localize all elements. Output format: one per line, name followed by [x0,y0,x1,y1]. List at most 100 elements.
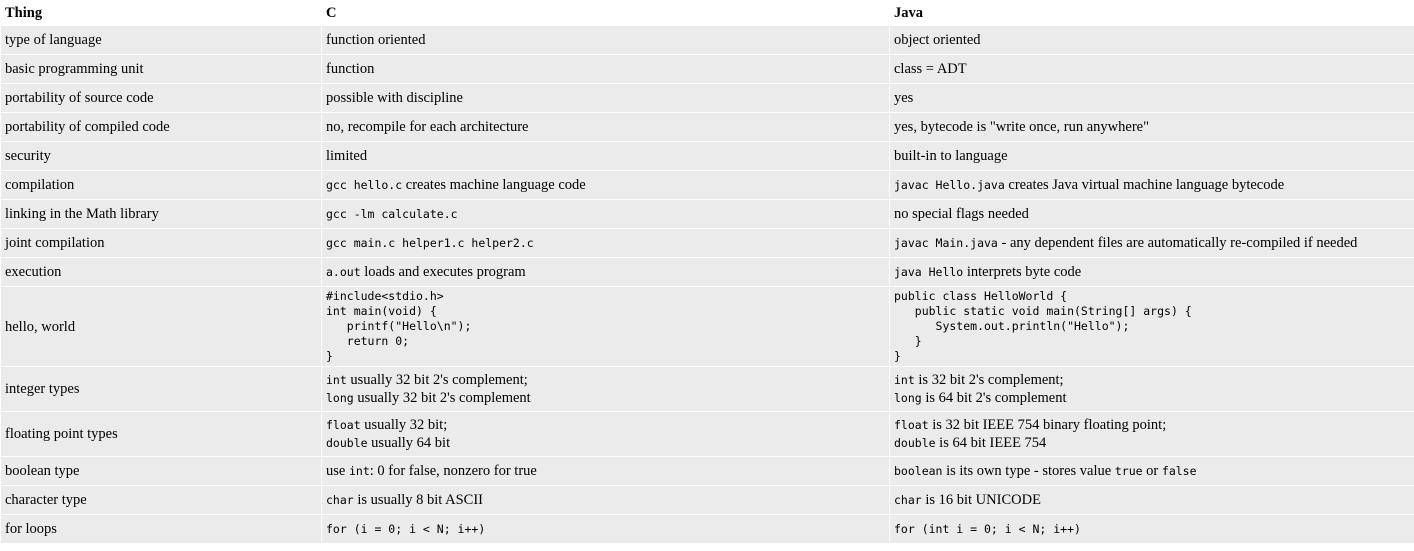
cell-thing: hello, world [1,287,321,366]
cell-c: limited [322,142,889,170]
table-row: character type char is usually 8 bit ASCI… [1,486,1414,514]
cell-text: - any dependent files are automatically … [997,235,1358,251]
cell-java: int is 32 bit 2's complement; long is 64 … [890,367,1414,411]
cell-text: usually 64 bit [367,435,451,451]
cell-text: yes, bytecode is "write once, run anywhe… [894,119,1150,135]
cell-text: or [1142,463,1162,479]
inline-code: float [894,418,929,432]
table-row: portability of compiled code no, recompil… [1,113,1414,141]
inline-code: true [1114,464,1143,478]
table-row: execution a.out loads and executes progra… [1,258,1414,286]
cell-thing: compilation [1,171,321,199]
cell-text: is 32 bit IEEE 754 binary floating point… [928,417,1167,433]
cell-c: #include<stdio.h> int main(void) { print… [322,287,889,366]
cell-thing: linking in the Math library [1,200,321,228]
cell-text: no special flags needed [894,206,1029,222]
cell-java: java Hello interprets byte code [890,258,1414,286]
cell-thing: type of language [1,26,321,54]
table-body: type of language function oriented object … [1,26,1414,543]
inline-code: gcc main.c helper1.c helper2.c [326,236,534,250]
cell-java: class = ADT [890,55,1414,83]
cell-thing: for loops [1,515,321,543]
cell-java: javac Main.java - any dependent files ar… [890,229,1414,257]
table-row: security limited built-in to language [1,142,1414,170]
cell-java: built-in to language [890,142,1414,170]
cell-c: int usually 32 bit 2's complement; long u… [322,367,889,411]
cell-text: is its own type - stores value [942,463,1115,479]
cell-java: yes, bytecode is "write once, run anywhe… [890,113,1414,141]
cell-text: is usually 8 bit ASCII [353,492,484,508]
cell-c: for (i = 0; i < N; i++) [322,515,889,543]
cell-c: gcc main.c helper1.c helper2.c [322,229,889,257]
inline-code: long [326,391,354,405]
header-c: C [322,1,889,25]
header-thing: Thing [1,1,321,25]
table-row: floating point types float usually 32 bit… [1,412,1414,456]
cell-c: use int: 0 for false, nonzero for true [322,457,889,485]
inline-code: char [326,493,354,507]
inline-code: gcc hello.c [326,178,403,192]
cell-c: function oriented [322,26,889,54]
cell-text: is 32 bit 2's complement; [914,372,1064,388]
cell-java: object oriented [890,26,1414,54]
inline-code: int [348,464,370,478]
cell-thing: character type [1,486,321,514]
cell-c: char is usually 8 bit ASCII [322,486,889,514]
cell-text: function oriented [326,32,426,48]
cell-text: is 64 bit IEEE 754 [935,435,1047,451]
cell-text: interprets byte code [963,264,1082,280]
cell-thing: boolean type [1,457,321,485]
cell-java: float is 32 bit IEEE 754 binary floating… [890,412,1414,456]
cell-thing: basic programming unit [1,55,321,83]
cell-text: function [326,61,375,77]
code-block: public class HelloWorld { public static … [894,289,1192,363]
cell-thing: portability of compiled code [1,113,321,141]
cell-thing: execution [1,258,321,286]
table-row: joint compilation gcc main.c helper1.c he… [1,229,1414,257]
inline-code: for (i = 0; i < N; i++) [326,522,486,536]
header-java: Java [890,1,1414,25]
inline-code: char [894,493,922,507]
inline-code: false [1161,464,1197,478]
cell-text: usually 32 bit; [360,417,448,433]
cell-text: creates machine language code [402,177,586,193]
cell-thing: floating point types [1,412,321,456]
table-row: type of language function oriented object … [1,26,1414,54]
cell-text: : 0 for false, nonzero for true [369,463,537,479]
cell-java: yes [890,84,1414,112]
inline-code: gcc -lm calculate.c [326,207,458,221]
cell-text: loads and executes program [360,264,526,280]
cell-c: gcc hello.c creates machine language cod… [322,171,889,199]
table-row: for loops for (i = 0; i < N; i++) for (int… [1,515,1414,543]
inline-code: int [894,373,915,387]
code-block: #include<stdio.h> int main(void) { print… [326,289,472,363]
table-row: boolean type use int: 0 for false, nonzer… [1,457,1414,485]
cell-thing: portability of source code [1,84,321,112]
cell-text: usually 32 bit 2's complement [353,390,531,406]
table-row: integer types int usually 32 bit 2's comp… [1,367,1414,411]
cell-c: float usually 32 bit; double usually 64 b… [322,412,889,456]
cell-text: built-in to language [894,148,1008,164]
table-row: compilation gcc hello.c creates machine l… [1,171,1414,199]
inline-code: long [894,391,922,405]
cell-java: public class HelloWorld { public static … [890,287,1414,366]
cell-text: usually 32 bit 2's complement; [346,372,528,388]
inline-code: javac Hello.java [894,178,1005,192]
cell-c: a.out loads and executes program [322,258,889,286]
cell-c: function [322,55,889,83]
cell-text: possible with discipline [326,90,463,106]
table-row: hello, world #include<stdio.h> int main(v… [1,287,1414,366]
cell-java: boolean is its own type - stores value t… [890,457,1414,485]
inline-code: double [894,436,936,450]
inline-code: boolean [894,464,943,478]
cell-java: for (int i = 0; i < N; i++) [890,515,1414,543]
cell-text: is 64 bit 2's complement [921,390,1067,406]
inline-code: for (int i = 0; i < N; i++) [894,522,1081,536]
cell-thing: joint compilation [1,229,321,257]
cell-text: no, recompile for each architecture [326,119,529,135]
cell-text: limited [326,148,368,164]
cell-text: yes [894,90,914,106]
cell-text: object oriented [894,32,981,48]
table-row: linking in the Math library gcc -lm calcu… [1,200,1414,228]
table-row: basic programming unit function class = AD… [1,55,1414,83]
